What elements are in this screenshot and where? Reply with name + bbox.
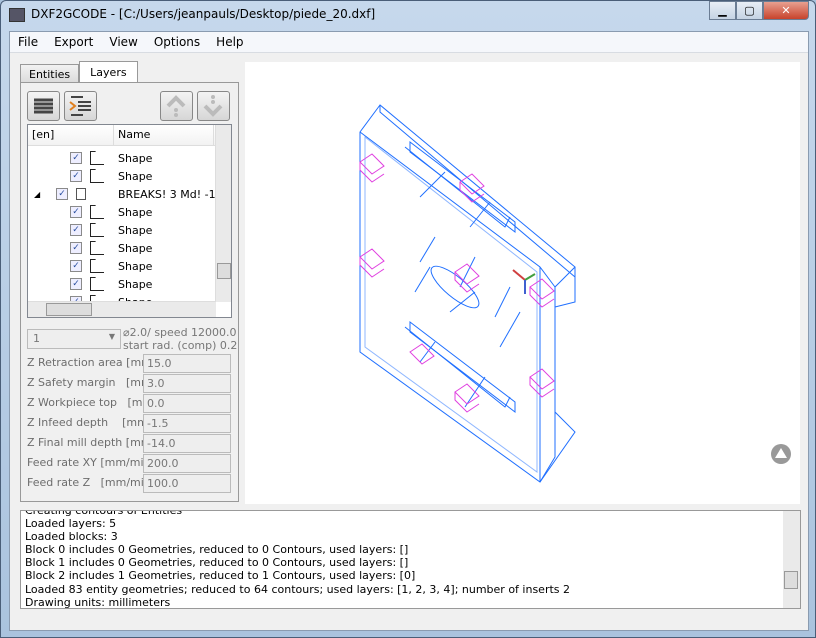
tree-row-label: Shape xyxy=(118,259,153,273)
log-line: Loaded 83 entity geometries; reduced to … xyxy=(25,582,571,596)
window-title: DXF2GCODE - [C:/Users/jeanpauls/Desktop/… xyxy=(31,7,376,21)
param-input[interactable]: 3.0 xyxy=(143,374,231,393)
layers-panel: [en] Name ✓ Shape ✓ Shape ◢ ✓ BREAKS! 3 Md! -14… xyxy=(20,82,239,502)
menu-options[interactable]: Options xyxy=(146,32,208,52)
shape-icon xyxy=(90,151,104,165)
layer-checkbox[interactable]: ✓ xyxy=(70,224,82,236)
layers-tree[interactable]: [en] Name ✓ Shape ✓ Shape ◢ ✓ BREAKS! 3 Md! -14… xyxy=(27,124,232,318)
tree-horizontal-scrollbar[interactable] xyxy=(28,301,216,317)
param-label: Z Final mill depth [mm] xyxy=(27,436,156,449)
log-line: Block 2 includes 1 Geometries, reduced t… xyxy=(25,569,416,583)
move-down-button[interactable] xyxy=(197,91,230,121)
indent-list-icon xyxy=(69,96,91,116)
column-enabled[interactable]: [en] xyxy=(28,125,114,145)
layer-checkbox[interactable]: ✓ xyxy=(70,152,82,164)
app-window: DXF2GCODE - [C:/Users/jeanpauls/Desktop/… xyxy=(0,0,816,638)
expand-tree-button[interactable] xyxy=(64,91,97,121)
tree-vertical-scrollbar[interactable] xyxy=(215,125,231,302)
column-name[interactable]: Name xyxy=(114,125,214,145)
tree-row-label: Shape xyxy=(118,277,153,291)
menu-bar: File Export View Options Help xyxy=(10,32,808,53)
param-input[interactable]: 200.0 xyxy=(143,454,231,473)
log-line: Drawing units: millimeters xyxy=(25,595,171,609)
tree-row-label: Shape xyxy=(118,169,153,183)
layer-checkbox[interactable]: ✓ xyxy=(70,278,82,290)
app-icon xyxy=(9,8,25,22)
minimize-button[interactable]: ▁ xyxy=(709,1,736,20)
tree-row-label: Shape xyxy=(118,151,153,165)
param-label: Feed rate Z [mm/min] xyxy=(27,476,156,489)
shape-icon xyxy=(90,277,104,291)
shape-icon xyxy=(90,223,104,237)
layer-checkbox[interactable]: ✓ xyxy=(70,206,82,218)
expand-arrow-icon[interactable]: ◢ xyxy=(34,190,40,199)
tree-row-label: Shape xyxy=(118,223,153,237)
param-label: Z Workpiece top [mm] xyxy=(27,396,158,409)
shape-icon xyxy=(90,241,104,255)
log-line: Block 0 includes 0 Geometries, reduced t… xyxy=(25,543,409,557)
tool-info-diameter: ⌀2.0/ speed 12000.0 xyxy=(123,326,237,339)
part-drawing xyxy=(359,104,791,483)
layer-checkbox[interactable]: ✓ xyxy=(56,188,68,200)
arrow-up-icon xyxy=(166,95,186,117)
menu-file[interactable]: File xyxy=(10,32,46,52)
tab-layers[interactable]: Layers xyxy=(79,61,138,84)
param-label: Feed rate XY [mm/min] xyxy=(27,456,155,469)
menu-export[interactable]: Export xyxy=(46,32,101,52)
tree-row-label: Shape xyxy=(118,241,153,255)
param-label: Z Infeed depth [mm] xyxy=(27,416,153,429)
close-button[interactable]: ✕ xyxy=(763,1,809,20)
log-line: Block 1 includes 0 Geometries, reduced t… xyxy=(25,556,409,570)
log-scrollbar[interactable] xyxy=(783,511,800,608)
tree-row-label: Shape xyxy=(118,205,153,219)
tool-info: ⌀2.0/ speed 12000.0 start rad. (comp) 0.2 xyxy=(123,326,237,352)
tab-entities[interactable]: Entities xyxy=(20,64,80,84)
param-input[interactable]: 100.0 xyxy=(143,474,231,493)
log-line: Loaded blocks: 3 xyxy=(25,530,118,544)
tool-select-value: 1 xyxy=(33,332,40,345)
tool-select[interactable]: 1 ▼ xyxy=(27,329,121,349)
view-reset-icon[interactable] xyxy=(771,444,791,464)
move-up-button[interactable] xyxy=(160,91,193,121)
log-line: Loaded layers: 5 xyxy=(25,517,117,531)
param-label: Z Safety margin [mm] xyxy=(27,376,157,389)
select-all-button[interactable] xyxy=(27,91,60,121)
message-log[interactable]: Creating contours of Entities Loaded laye… xyxy=(20,510,801,609)
tool-info-start-radius: start rad. (comp) 0.2 xyxy=(123,339,238,352)
layer-checkbox[interactable]: ✓ xyxy=(70,242,82,254)
arrow-down-icon xyxy=(203,95,223,117)
chevron-down-icon: ▼ xyxy=(108,332,115,341)
layer-checkbox[interactable]: ✓ xyxy=(70,170,82,182)
param-input[interactable]: 0.0 xyxy=(143,394,231,413)
param-input[interactable]: -14.0 xyxy=(143,434,231,453)
param-label: Z Retraction area [mm] xyxy=(27,356,157,369)
axis-gizmo-icon xyxy=(512,269,536,294)
menu-view[interactable]: View xyxy=(101,32,145,52)
param-input[interactable]: 15.0 xyxy=(143,354,231,373)
layer-checkbox[interactable]: ✓ xyxy=(70,260,82,272)
param-input[interactable]: -1.5 xyxy=(143,414,231,433)
shape-icon xyxy=(90,205,104,219)
drawing-canvas[interactable] xyxy=(245,62,800,504)
shape-icon xyxy=(90,169,104,183)
layer-icon xyxy=(76,188,86,200)
list-icon xyxy=(34,98,53,114)
shape-icon xyxy=(90,259,104,273)
maximize-button[interactable]: ▢ xyxy=(736,1,763,20)
menu-help[interactable]: Help xyxy=(208,32,251,52)
tree-row-label: BREAKS! 3 Md! -14 xyxy=(118,187,223,201)
log-line: Creating contours of Entities xyxy=(25,510,183,517)
